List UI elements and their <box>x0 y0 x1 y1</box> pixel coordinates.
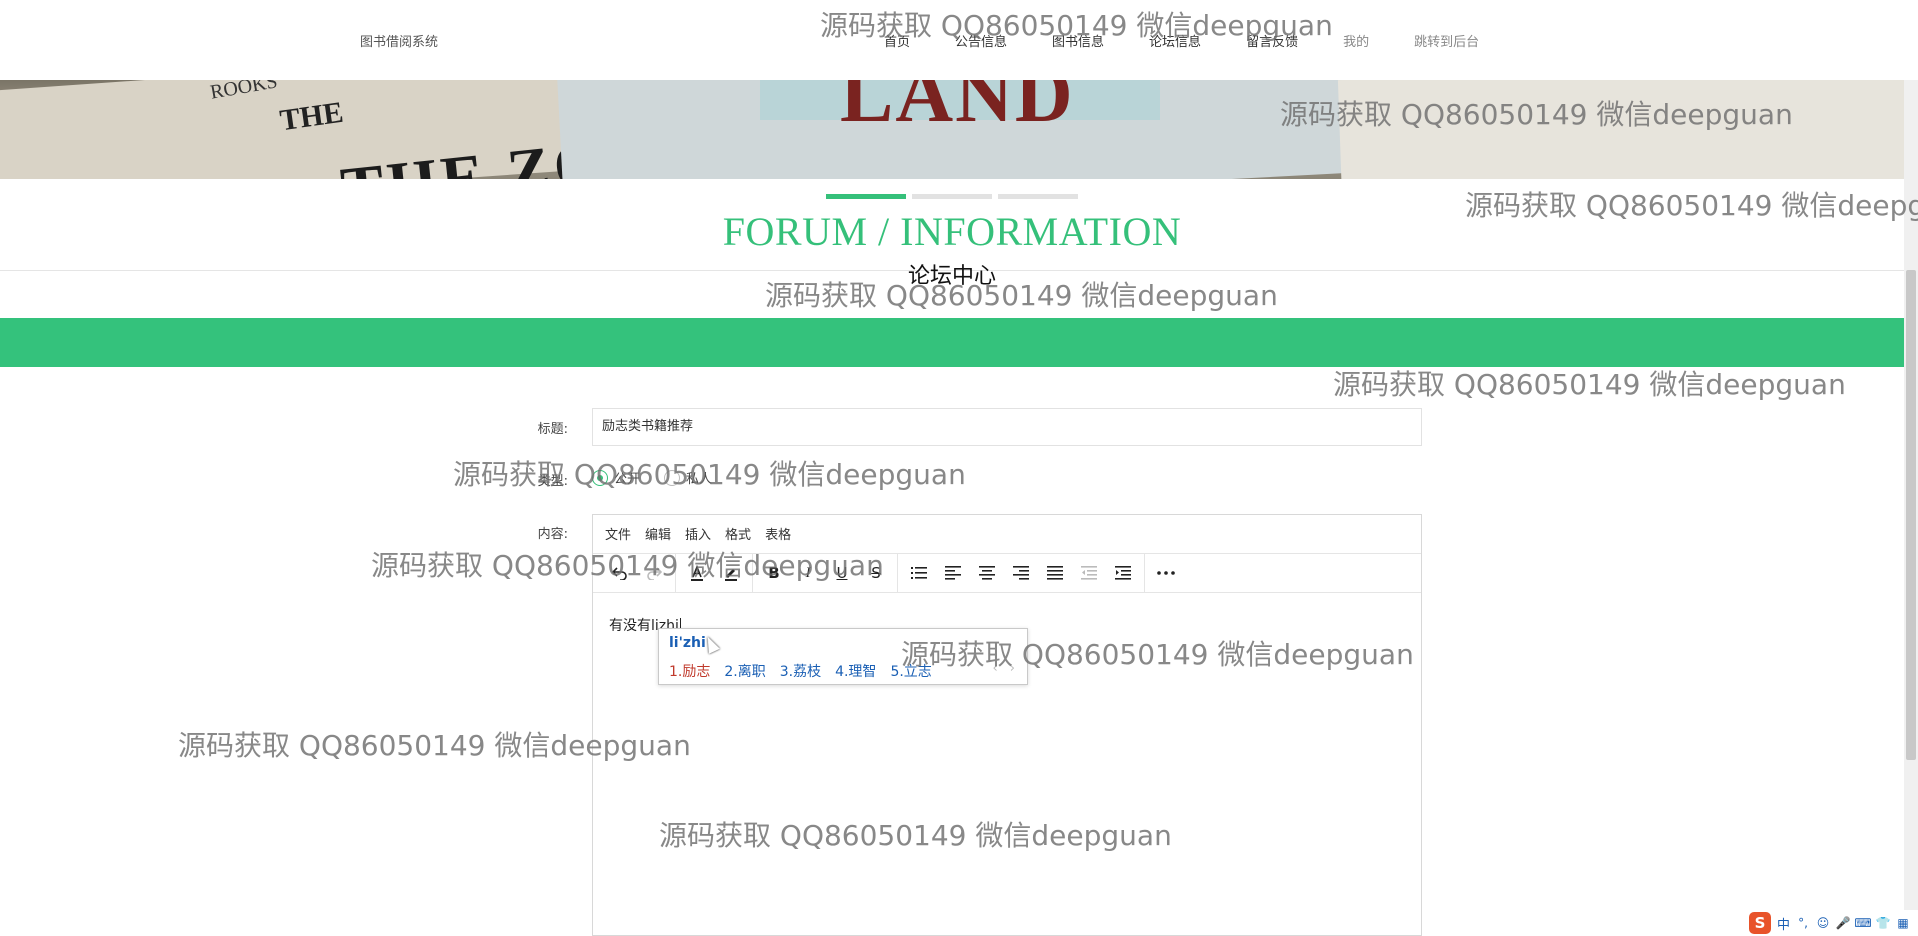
ime-candidate-list: 1.励志 2.离职 3.荔枝 4.理智 5.立志 <box>669 661 932 681</box>
toolbar-group-align <box>898 553 1145 593</box>
sogou-ime-icon[interactable]: S <box>1748 912 1771 934</box>
carousel-dot-3[interactable] <box>998 194 1078 199</box>
italic-icon[interactable]: I <box>791 558 825 588</box>
menu-table[interactable]: 表格 <box>765 524 791 543</box>
nav-admin[interactable]: 跳转到后台 <box>1414 31 1479 50</box>
skin-icon[interactable]: 👕 <box>1876 916 1891 930</box>
rich-text-editor: 文件 编辑 插入 格式 表格 B I U S 有没有lizhi <box>592 514 1422 936</box>
type-option-public-label: 公开 <box>614 472 641 487</box>
ime-candidate-4[interactable]: 4.理智 <box>835 661 876 681</box>
punctuation-icon[interactable]: °, <box>1796 916 1810 930</box>
ime-candidate-5[interactable]: 5.立志 <box>890 661 931 681</box>
type-option-private-label: 私人 <box>686 472 713 487</box>
align-center-icon[interactable] <box>970 558 1004 588</box>
undo-icon[interactable] <box>603 558 637 588</box>
ime-page-arrows[interactable]: ‹ › <box>992 661 1019 676</box>
indent-icon[interactable] <box>1106 558 1140 588</box>
microphone-icon[interactable]: 🎤 <box>1836 916 1851 930</box>
align-justify-icon[interactable] <box>1038 558 1072 588</box>
bullet-list-icon[interactable] <box>902 558 936 588</box>
ime-candidate-1[interactable]: 1.励志 <box>669 661 710 681</box>
page-scrollbar[interactable] <box>1904 80 1918 936</box>
menu-format[interactable]: 格式 <box>725 524 751 543</box>
menu-insert[interactable]: 插入 <box>685 524 711 543</box>
toolbox-icon[interactable]: ▦ <box>1896 916 1910 930</box>
align-left-icon[interactable] <box>936 558 970 588</box>
carousel-indicator <box>826 194 1078 199</box>
text-color-icon[interactable] <box>680 558 714 588</box>
outdent-icon[interactable] <box>1072 558 1106 588</box>
carousel-dot-2[interactable] <box>912 194 992 199</box>
keyboard-icon[interactable]: ⌨ <box>1854 916 1871 930</box>
bold-icon[interactable]: B <box>757 558 791 588</box>
main-nav: 首页 公告信息 图书信息 论坛信息 留言反馈 我的 跳转到后台 <box>884 31 1524 50</box>
menu-file[interactable]: 文件 <box>605 524 631 543</box>
section-band <box>0 318 1904 367</box>
radio-public[interactable] <box>592 469 608 486</box>
nav-forum[interactable]: 论坛信息 <box>1149 31 1201 50</box>
highlight-color-icon[interactable] <box>714 558 748 588</box>
title-input[interactable]: 励志类书籍推荐 <box>592 408 1422 446</box>
type-option-private[interactable]: 私人 <box>664 468 712 487</box>
carousel-dot-1[interactable] <box>826 194 906 199</box>
menu-edit[interactable]: 编辑 <box>645 524 671 543</box>
underline-icon[interactable]: U <box>825 558 859 588</box>
ime-composition: li'zhi <box>669 635 706 651</box>
title-label: 标题: <box>537 422 568 437</box>
type-label: 类型: <box>537 474 568 489</box>
editor-menubar: 文件 编辑 插入 格式 表格 <box>593 515 1421 553</box>
watermark: 源码获取 QQ86050149 微信deepguan <box>1333 368 1846 401</box>
nav-feedback[interactable]: 留言反馈 <box>1246 31 1298 50</box>
emoji-icon[interactable]: ☺ <box>1816 916 1830 930</box>
toolbar-group-color <box>676 553 753 593</box>
banner-book-text-land: LAND <box>840 80 1075 139</box>
nav-mine[interactable]: 我的 <box>1343 31 1369 50</box>
redo-icon[interactable] <box>637 558 671 588</box>
align-right-icon[interactable] <box>1004 558 1038 588</box>
nav-books[interactable]: 图书信息 <box>1052 31 1104 50</box>
nav-notices[interactable]: 公告信息 <box>955 31 1007 50</box>
section-title-cn: 论坛中心 <box>907 264 996 289</box>
section-title-en: FORUM / INFORMATION <box>722 209 1182 254</box>
ime-mode-indicator[interactable]: 中 <box>1777 914 1790 933</box>
banner-book-right <box>1337 80 1904 179</box>
editor-toolbar: B I U S <box>593 553 1421 593</box>
type-radio-group: 公开 私人 <box>592 468 728 487</box>
site-brand[interactable]: 图书借阅系统 <box>360 31 438 50</box>
more-icon[interactable] <box>1149 558 1183 588</box>
toolbar-group-format: B I U S <box>753 553 898 593</box>
hero-banner: ROOKS THE THE ZOMBIE LAND <box>0 80 1904 179</box>
scrollbar-thumb[interactable] <box>1906 270 1916 760</box>
ime-candidate-2[interactable]: 2.离职 <box>724 661 765 681</box>
system-tray: S 中 °, ☺ 🎤 ⌨ 👕 ▦ <box>1740 910 1918 936</box>
top-navbar: 图书借阅系统 首页 公告信息 图书信息 论坛信息 留言反馈 我的 跳转到后台 <box>0 0 1904 80</box>
radio-private[interactable] <box>664 469 681 486</box>
strikethrough-icon[interactable]: S <box>859 558 893 588</box>
type-option-public[interactable]: 公开 <box>592 468 640 487</box>
content-label: 内容: <box>537 527 568 542</box>
toolbar-group-history <box>599 553 676 593</box>
nav-home[interactable]: 首页 <box>884 31 910 50</box>
toolbar-group-more <box>1145 553 1187 593</box>
ime-candidate-3[interactable]: 3.荔枝 <box>780 661 821 681</box>
